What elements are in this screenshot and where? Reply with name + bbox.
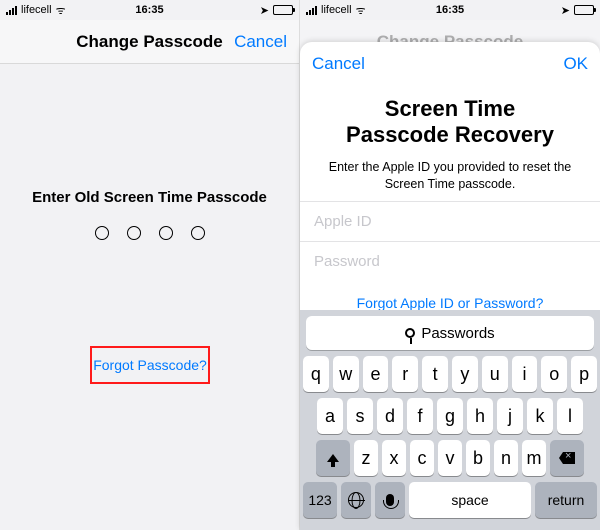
sheet-ok-button[interactable]: OK xyxy=(551,42,600,86)
return-key[interactable]: return xyxy=(535,482,597,518)
numbers-key[interactable]: 123 xyxy=(303,482,337,518)
key-p[interactable]: p xyxy=(571,356,597,392)
passwords-autofill-bar[interactable]: Passwords xyxy=(306,316,594,350)
passcode-dot xyxy=(191,226,205,240)
keyboard-row-1: qwertyuiop xyxy=(303,356,597,392)
mic-key[interactable] xyxy=(375,482,405,518)
key-k[interactable]: k xyxy=(527,398,553,434)
key-g[interactable]: g xyxy=(437,398,463,434)
key-l[interactable]: l xyxy=(557,398,583,434)
key-v[interactable]: v xyxy=(438,440,462,476)
screen-passcode-recovery: lifecell ᯤ 16:35 ➤ Change Passcode Cance… xyxy=(300,0,600,530)
space-key[interactable]: space xyxy=(409,482,531,518)
key-h[interactable]: h xyxy=(467,398,493,434)
passcode-dot xyxy=(95,226,109,240)
password-field[interactable]: Password xyxy=(300,241,600,281)
key-d[interactable]: d xyxy=(377,398,403,434)
status-bar: lifecell ᯤ 16:35 ➤ xyxy=(0,0,299,20)
apple-id-placeholder: Apple ID xyxy=(314,213,372,230)
wifi-icon: ᯤ xyxy=(56,3,66,18)
key-q[interactable]: q xyxy=(303,356,329,392)
passcode-dots[interactable] xyxy=(0,226,299,240)
key-i[interactable]: i xyxy=(512,356,538,392)
key-s[interactable]: s xyxy=(347,398,373,434)
key-x[interactable]: x xyxy=(382,440,406,476)
key-j[interactable]: j xyxy=(497,398,523,434)
battery-icon xyxy=(574,5,594,15)
passcode-prompt: Enter Old Screen Time Passcode xyxy=(0,189,299,206)
location-icon: ➤ xyxy=(561,4,570,17)
battery-icon xyxy=(273,5,293,15)
key-w[interactable]: w xyxy=(333,356,359,392)
sheet-title-line1: Screen Time xyxy=(316,96,584,122)
key-icon xyxy=(405,328,415,338)
key-u[interactable]: u xyxy=(482,356,508,392)
passwords-label: Passwords xyxy=(421,325,494,342)
key-b[interactable]: b xyxy=(466,440,490,476)
key-c[interactable]: c xyxy=(410,440,434,476)
key-a[interactable]: a xyxy=(317,398,343,434)
passcode-dot xyxy=(159,226,173,240)
sheet-subtitle: Enter the Apple ID you provided to reset… xyxy=(316,159,584,193)
carrier-label: lifecell xyxy=(321,4,352,16)
keyboard: Passwords qwertyuiop asdfghjkl zxcvbnm 1… xyxy=(300,310,600,530)
sheet-title-line2: Passcode Recovery xyxy=(316,122,584,148)
nav-title: Change Passcode xyxy=(76,32,222,52)
cellular-signal-icon xyxy=(306,6,317,15)
backspace-key[interactable] xyxy=(550,440,584,476)
sheet-cancel-button[interactable]: Cancel xyxy=(300,42,377,86)
cancel-button[interactable]: Cancel xyxy=(222,20,299,64)
sheet-nav: Cancel OK xyxy=(300,42,600,86)
recovery-sheet: Cancel OK Screen Time Passcode Recovery … xyxy=(300,42,600,530)
key-m[interactable]: m xyxy=(522,440,546,476)
keyboard-row-3: zxcvbnm xyxy=(303,440,597,476)
status-time: 16:35 xyxy=(436,4,464,16)
mic-icon xyxy=(386,494,394,506)
status-time: 16:35 xyxy=(135,4,163,16)
backspace-icon xyxy=(559,452,575,464)
shift-icon xyxy=(327,454,339,462)
carrier-label: lifecell xyxy=(21,4,52,16)
password-placeholder: Password xyxy=(314,253,380,270)
globe-icon xyxy=(348,492,364,508)
globe-key[interactable] xyxy=(341,482,371,518)
screen-change-passcode: lifecell ᯤ 16:35 ➤ Change Passcode Cance… xyxy=(0,0,300,530)
key-f[interactable]: f xyxy=(407,398,433,434)
key-z[interactable]: z xyxy=(354,440,378,476)
nav-bar: Change Passcode Cancel xyxy=(0,20,299,64)
passcode-dot xyxy=(127,226,141,240)
forgot-passcode-highlight: Forgot Passcode? xyxy=(90,346,210,384)
key-n[interactable]: n xyxy=(494,440,518,476)
key-o[interactable]: o xyxy=(541,356,567,392)
wifi-icon: ᯤ xyxy=(356,3,366,18)
key-t[interactable]: t xyxy=(422,356,448,392)
keyboard-row-2: asdfghjkl xyxy=(303,398,597,434)
status-bar: lifecell ᯤ 16:35 ➤ xyxy=(300,0,600,20)
shift-key[interactable] xyxy=(316,440,350,476)
forgot-passcode-link[interactable]: Forgot Passcode? xyxy=(93,357,207,373)
apple-id-field[interactable]: Apple ID xyxy=(300,201,600,241)
key-y[interactable]: y xyxy=(452,356,478,392)
keyboard-row-4: 123 space return xyxy=(303,482,597,518)
key-e[interactable]: e xyxy=(363,356,389,392)
cellular-signal-icon xyxy=(6,6,17,15)
location-icon: ➤ xyxy=(260,4,269,17)
key-r[interactable]: r xyxy=(392,356,418,392)
